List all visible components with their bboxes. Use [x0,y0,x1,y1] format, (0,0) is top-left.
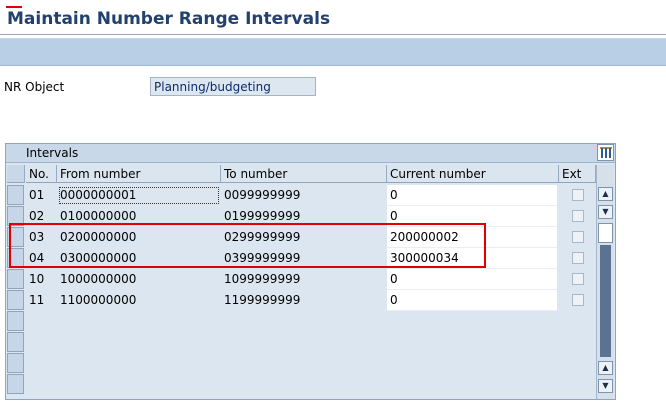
ext-checkbox[interactable] [572,252,584,264]
select-all-header[interactable] [7,165,25,183]
table-row[interactable]: 03 0200000000 0299999999 200000002 [6,227,615,248]
cell-to[interactable]: 0099999999 [221,185,386,206]
column-header-no[interactable]: No. [26,165,57,183]
cell-no: 10 [29,272,45,286]
row-selector[interactable] [7,290,24,310]
page-title: Maintain Number Range Intervals [7,9,331,29]
cell-current[interactable]: 0 [387,269,557,290]
table-row[interactable]: 10 1000000000 1099999999 0 [6,269,615,290]
table-row[interactable]: 02 0100000000 0199999999 0 [6,206,615,227]
cell-from[interactable]: 0200000000 [57,227,221,248]
ext-checkbox[interactable] [572,189,584,201]
title-separator [0,34,666,35]
cell-current[interactable]: 200000002 [387,227,557,248]
row-selector[interactable] [7,248,24,268]
row-selector[interactable] [7,185,24,205]
table-settings-icon[interactable] [597,144,614,161]
column-header-to[interactable]: To number [221,165,387,183]
table-row[interactable]: 01 0000000001 0099999999 0 [6,185,615,206]
cell-from[interactable]: 1000000000 [57,269,221,290]
cell-current[interactable]: 0 [387,206,557,227]
row-selector[interactable] [7,227,24,247]
red-mark [6,6,22,8]
cell-from[interactable]: 1100000000 [57,290,221,311]
cell-no: 04 [29,251,45,265]
application-toolbar [0,38,666,66]
arrow-up-icon[interactable]: ▲ [598,187,613,201]
intervals-table: Intervals No. From number To number Curr… [5,143,616,400]
arrow-down-icon[interactable]: ▼ [598,379,613,393]
cell-current[interactable]: 0 [387,290,557,311]
nr-object-field[interactable]: Planning/budgeting [150,77,316,96]
row-selector[interactable] [7,311,24,331]
row-selector[interactable] [7,269,24,289]
intervals-title: Intervals [6,144,615,163]
cell-from[interactable]: 0000000001 [57,185,221,206]
cell-no: 02 [29,209,45,223]
cell-current[interactable]: 0 [387,185,557,206]
column-header-from[interactable]: From number [57,165,221,183]
cell-from[interactable]: 0300000000 [57,248,221,269]
scroll-thumb[interactable] [598,223,613,243]
cell-to[interactable]: 0299999999 [221,227,386,248]
arrow-up-icon[interactable]: ▲ [598,361,613,375]
cell-current[interactable]: 300000034 [387,248,557,269]
ext-checkbox[interactable] [572,210,584,222]
ext-checkbox[interactable] [572,273,584,285]
table-row[interactable]: 11 1100000000 1199999999 0 [6,290,615,311]
column-header-current[interactable]: Current number [387,165,559,183]
row-selector[interactable] [7,332,24,352]
row-selector[interactable] [7,206,24,226]
ext-checkbox[interactable] [572,231,584,243]
nr-object-label: NR Object [4,80,65,94]
ext-checkbox[interactable] [572,294,584,306]
cell-to[interactable]: 1199999999 [221,290,386,311]
cell-no: 01 [29,188,45,202]
column-header-ext[interactable]: Ext [559,165,596,183]
cell-from[interactable]: 0100000000 [57,206,221,227]
row-selector[interactable] [7,353,24,373]
cell-to[interactable]: 1099999999 [221,269,386,290]
cell-to[interactable]: 0199999999 [221,206,386,227]
vertical-scrollbar[interactable]: ▲ ▼ ▲ ▼ [596,144,614,399]
table-row[interactable]: 04 0300000000 0399999999 300000034 [6,248,615,269]
arrow-down-icon[interactable]: ▼ [598,205,613,219]
scroll-track[interactable] [600,245,611,357]
cell-no: 11 [29,293,45,307]
cell-no: 03 [29,230,45,244]
cell-to[interactable]: 0399999999 [221,248,386,269]
row-selector[interactable] [7,374,24,394]
